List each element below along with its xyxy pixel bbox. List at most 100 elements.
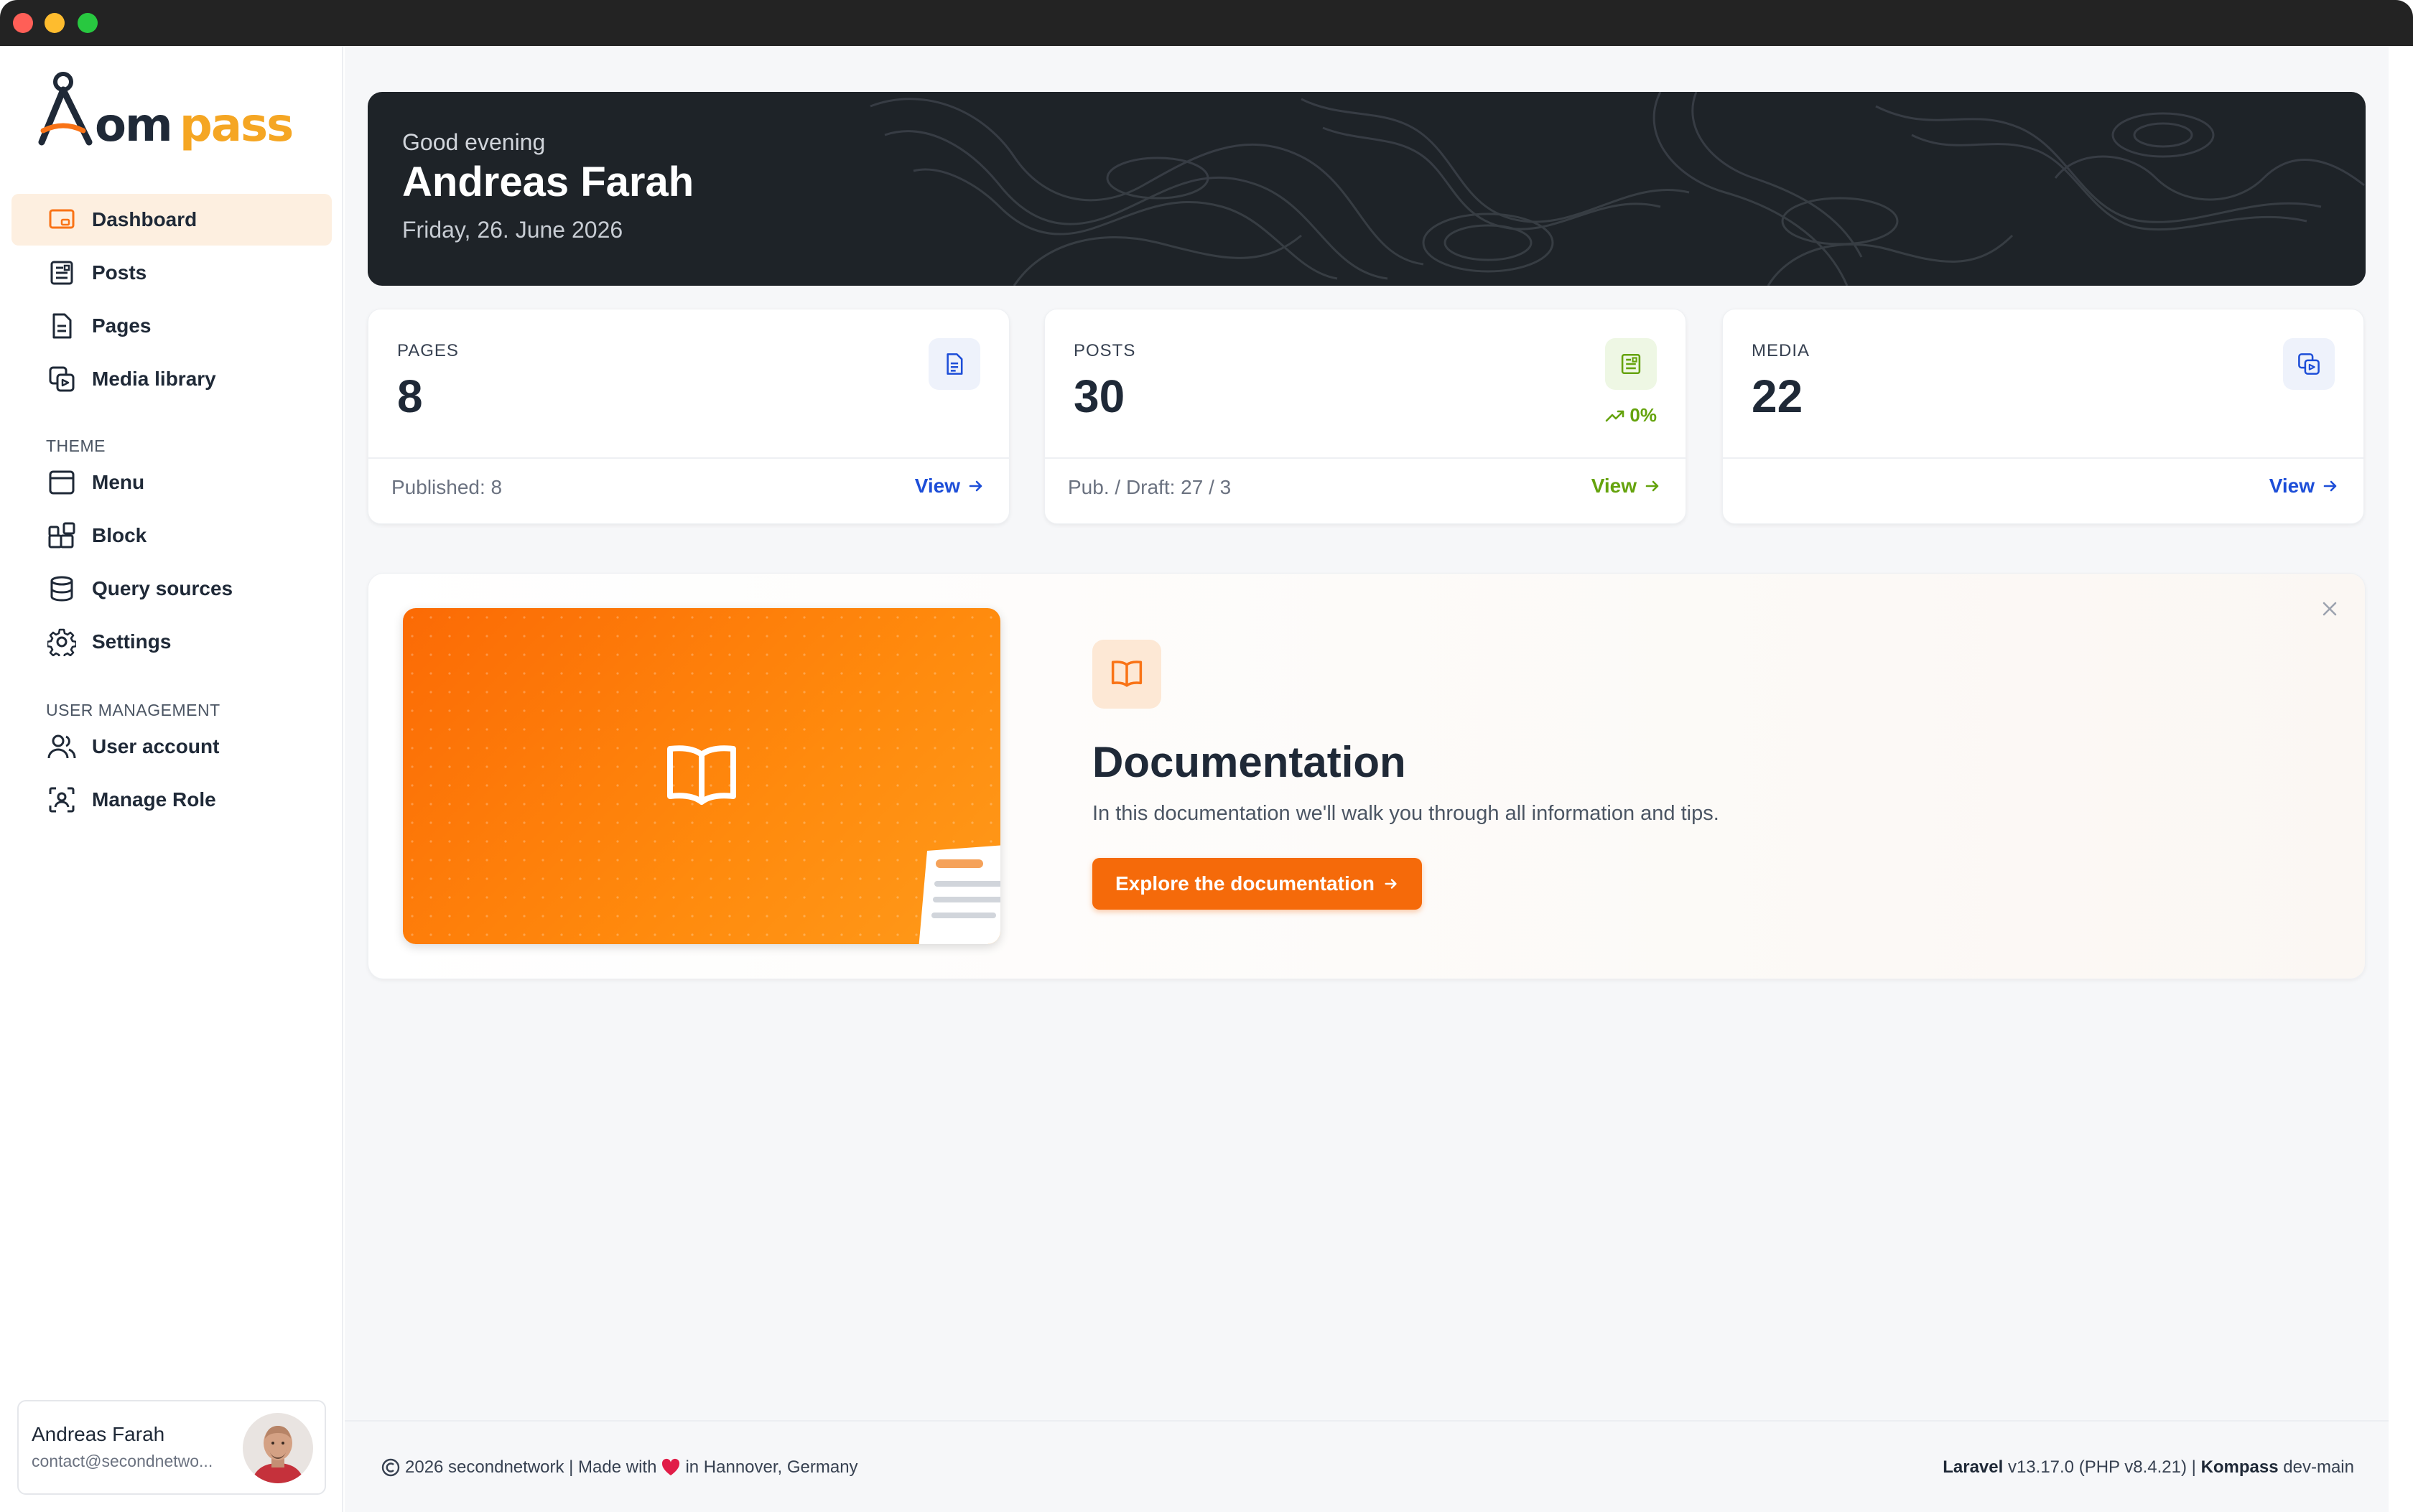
posts-icon bbox=[1605, 338, 1657, 390]
stat-value: 22 bbox=[1752, 370, 1803, 422]
view-posts-link[interactable]: View bbox=[1591, 475, 1661, 498]
posts-icon bbox=[50, 261, 73, 285]
documentation-card: Documentation In this documentation we'l… bbox=[368, 573, 2366, 979]
user-email: contact@secondnetwo... bbox=[32, 1452, 213, 1470]
divider bbox=[368, 457, 1009, 459]
copyright-text: 2026 secondnetwork | Made with bbox=[405, 1457, 657, 1477]
framework-version: v13.17.0 (PHP v8.4.21) | bbox=[2007, 1457, 2196, 1477]
sidebar-item-media-library[interactable]: Media library bbox=[11, 353, 332, 405]
arrow-right-icon bbox=[1385, 879, 1397, 889]
trend-indicator: 0% bbox=[1605, 404, 1657, 426]
window-maximize-button[interactable] bbox=[78, 13, 98, 33]
sidebar-item-label: Manage Role bbox=[92, 788, 216, 811]
stat-card-pages: PAGES 8 Published: 8 View bbox=[368, 309, 1010, 524]
sidebar-item-posts[interactable]: Posts bbox=[11, 247, 332, 299]
book-icon bbox=[667, 745, 736, 805]
media-icon bbox=[49, 366, 75, 392]
stat-footer-text: Pub. / Draft: 27 / 3 bbox=[1068, 476, 1232, 498]
user-greeting-name: Andreas Farah bbox=[402, 159, 694, 205]
stat-label: PAGES bbox=[397, 341, 459, 360]
sidebar-item-pages[interactable]: Pages bbox=[11, 300, 332, 352]
svg-text:om: om bbox=[95, 99, 172, 152]
section-title-user-management: USER MANAGEMENT bbox=[46, 701, 220, 719]
view-link-label: View bbox=[914, 475, 960, 497]
stat-value: 30 bbox=[1074, 370, 1125, 422]
sidebar-item-label: Menu bbox=[92, 471, 145, 493]
window-minimize-button[interactable] bbox=[45, 13, 65, 33]
dashboard-icon bbox=[49, 209, 75, 229]
sidebar-item-query-sources[interactable]: Query sources bbox=[11, 563, 332, 615]
window-close-button[interactable] bbox=[13, 13, 33, 33]
sidebar-item-dashboard[interactable]: Dashboard bbox=[11, 194, 332, 246]
app-version: dev-main bbox=[2283, 1457, 2354, 1477]
footer-version-info: Laravel v13.17.0 (PHP v8.4.21) | Kompass… bbox=[1943, 1457, 2354, 1478]
view-media-link[interactable]: View bbox=[2269, 475, 2339, 498]
database-icon bbox=[50, 576, 73, 602]
view-link-label: View bbox=[2269, 475, 2315, 497]
sidebar-item-label: Query sources bbox=[92, 577, 233, 599]
divider bbox=[1045, 457, 1686, 459]
sidebar-item-label: Posts bbox=[92, 261, 147, 284]
copyright-icon bbox=[381, 1458, 400, 1477]
menu-icon bbox=[49, 470, 75, 495]
sidebar-item-label: Settings bbox=[92, 630, 172, 653]
page-icon bbox=[52, 313, 72, 339]
close-icon[interactable] bbox=[2319, 598, 2340, 620]
location-text: in Hannover, Germany bbox=[685, 1457, 858, 1477]
stat-card-posts: POSTS 30 0% Pub. / Draft: 27 / 3 View bbox=[1044, 309, 1686, 524]
sidebar-item-label: Dashboard bbox=[92, 208, 197, 230]
window-titlebar bbox=[0, 0, 2413, 46]
stat-value: 8 bbox=[397, 370, 423, 422]
greeting-text: Good evening bbox=[402, 129, 546, 155]
sidebar: om pass Dashboard Posts Pages Media libr… bbox=[0, 46, 343, 1512]
trending-up-icon bbox=[1606, 410, 1624, 421]
stat-footer-text: Published: 8 bbox=[391, 476, 503, 498]
button-label: Explore the documentation bbox=[1115, 872, 1375, 895]
svg-text:pass: pass bbox=[180, 99, 292, 152]
sidebar-item-label: User account bbox=[92, 735, 220, 757]
explore-documentation-button[interactable]: Explore the documentation bbox=[1092, 858, 1422, 910]
sidebar-item-label: Block bbox=[92, 524, 147, 546]
welcome-banner: Good evening Andreas Farah Friday, 26. J… bbox=[368, 92, 2366, 286]
sidebar-item-label: Media library bbox=[92, 368, 216, 390]
sidebar-item-user-account[interactable]: User account bbox=[11, 721, 332, 773]
stat-label: POSTS bbox=[1074, 341, 1136, 360]
sidebar-item-settings[interactable]: Settings bbox=[11, 616, 332, 668]
stat-label: MEDIA bbox=[1752, 341, 1810, 360]
arrow-right-icon bbox=[2323, 480, 2337, 492]
footer: 2026 secondnetwork | Made with in Hannov… bbox=[345, 1420, 2389, 1512]
stat-card-media: MEDIA 22 View bbox=[1722, 309, 2364, 524]
main-content: Good evening Andreas Farah Friday, 26. J… bbox=[345, 46, 2389, 1512]
page-icon bbox=[929, 338, 980, 390]
app-name: Kompass bbox=[2200, 1457, 2279, 1477]
arrow-right-icon bbox=[969, 480, 982, 492]
role-icon bbox=[49, 787, 75, 813]
document-paper-icon bbox=[919, 845, 1000, 944]
documentation-illustration bbox=[403, 608, 1000, 944]
sidebar-item-label: Pages bbox=[92, 314, 152, 337]
avatar[interactable] bbox=[243, 1413, 313, 1483]
current-date: Friday, 26. June 2026 bbox=[402, 217, 623, 243]
gear-icon bbox=[47, 628, 76, 656]
sidebar-item-manage-role[interactable]: Manage Role bbox=[11, 774, 332, 826]
user-name: Andreas Farah bbox=[32, 1423, 165, 1445]
users-icon bbox=[47, 734, 76, 759]
block-icon bbox=[48, 522, 75, 549]
divider bbox=[1723, 457, 2363, 459]
sidebar-item-block[interactable]: Block bbox=[11, 510, 332, 561]
documentation-title: Documentation bbox=[1092, 738, 1406, 786]
section-title-theme: THEME bbox=[46, 437, 106, 455]
footer-copyright: 2026 secondnetwork | Made with in Hannov… bbox=[381, 1457, 858, 1478]
view-link-label: View bbox=[1591, 475, 1637, 497]
arrow-right-icon bbox=[1645, 480, 1659, 492]
documentation-description: In this documentation we'll walk you thr… bbox=[1092, 802, 1719, 825]
view-pages-link[interactable]: View bbox=[915, 475, 985, 498]
framework-name: Laravel bbox=[1943, 1457, 2004, 1477]
sidebar-item-menu[interactable]: Menu bbox=[11, 457, 332, 508]
heart-icon bbox=[662, 1458, 680, 1475]
trend-value: 0% bbox=[1629, 404, 1657, 426]
book-icon bbox=[1092, 640, 1161, 709]
media-icon bbox=[2283, 338, 2335, 390]
user-card[interactable]: Andreas Farah contact@secondnetwo... bbox=[17, 1400, 326, 1495]
kompass-logo[interactable]: om pass bbox=[36, 67, 309, 161]
